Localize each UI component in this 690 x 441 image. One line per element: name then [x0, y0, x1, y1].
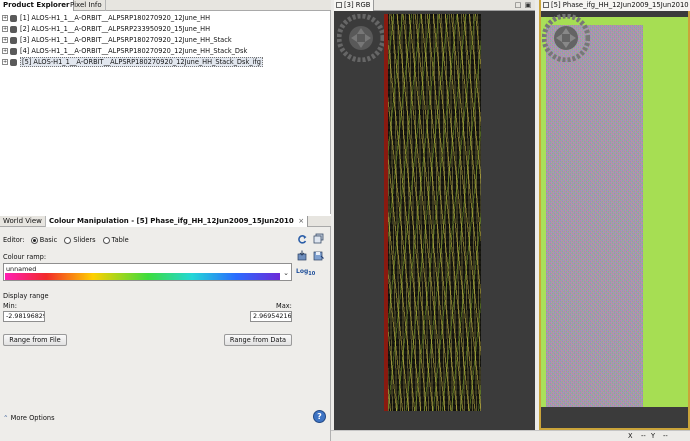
product-label: [4] ALOS-H1_1__A-ORBIT__ALPSRP180270920_…	[20, 47, 248, 55]
product-icon	[10, 25, 17, 33]
more-options-toggle[interactable]: ⌃ More Options	[3, 414, 55, 422]
expand-icon[interactable]: +	[2, 15, 8, 21]
mode-basic-label: Basic	[39, 236, 58, 244]
phase-raster-left-band	[541, 17, 546, 407]
product-icon	[10, 47, 17, 55]
expand-icon[interactable]: +	[2, 26, 8, 32]
product-node-5[interactable]: + [5] ALOS-H1_1__A-ORBIT__ALPSRP180270920…	[2, 57, 263, 67]
max-value-field[interactable]: 2.969542169	[250, 311, 292, 322]
colour-ramp-gradient	[5, 273, 280, 280]
phase-image-view[interactable]: [5] Phase_ifg_HH_12Jun2009_15Jun2010	[539, 0, 690, 430]
phase-raster-image	[541, 17, 648, 407]
expand-icon[interactable]: +	[2, 59, 8, 65]
maximize-icon[interactable]: ▣	[524, 1, 532, 9]
product-label: [5] ALOS-H1_1__A-ORBIT__ALPSRP180270920_…	[20, 57, 263, 67]
mode-sliders[interactable]: Sliders	[64, 236, 96, 244]
left-panel: Product Explorer Pixel Info + [1] ALOS-H1…	[0, 0, 331, 441]
tab-product-explorer-label: Product Explorer	[3, 1, 70, 9]
image-view-icon	[336, 2, 342, 8]
product-icon	[10, 14, 17, 22]
tab-product-explorer[interactable]: Product Explorer	[0, 0, 74, 11]
chevron-down-icon[interactable]: ⌄	[283, 269, 289, 277]
product-icon	[10, 58, 17, 66]
range-from-data-button[interactable]: Range from Data	[224, 334, 292, 346]
mode-table-label: Table	[111, 236, 129, 244]
status-bar: X -- Y --	[331, 430, 690, 441]
colour-manipulation-panel: Editor: Basic Sliders Table Colour ramp:…	[0, 227, 331, 441]
minimize-icon[interactable]: □	[514, 1, 522, 9]
phase-view-title: [5] Phase_ifg_HH_12Jun2009_15Jun2010	[551, 1, 689, 9]
phase-raster-right-band	[643, 17, 688, 407]
colour-ramp-label: Colour ramp:	[3, 253, 47, 261]
product-node-3[interactable]: + [3] ALOS-H1_1__A-ORBIT__ALPSRP180270920…	[2, 35, 232, 45]
radio-table[interactable]	[102, 236, 110, 244]
expand-icon[interactable]: +	[2, 37, 8, 43]
tab-pixel-info-label: Pixel Info	[70, 1, 102, 9]
colour-tabbar: World View Colour Manipulation - [5] Pha…	[0, 216, 331, 227]
rgb-raster-edge	[384, 14, 388, 411]
display-range-label: Display range	[3, 292, 49, 300]
y-value: --	[663, 432, 668, 440]
navigation-control-icon[interactable]	[337, 14, 385, 62]
product-tree: + [1] ALOS-H1_1__A-ORBIT__ALPSRP180270920…	[0, 11, 331, 214]
tab-colour-manipulation[interactable]: Colour Manipulation - [5] Phase_ifg_HH_1…	[46, 216, 309, 227]
rgb-raster-image	[384, 14, 481, 411]
phase-view-tabbar: [5] Phase_ifg_HH_12Jun2009_15Jun2010	[541, 0, 690, 11]
product-explorer-tabbar: Product Explorer Pixel Info	[0, 0, 331, 11]
log-label: Log	[296, 268, 309, 275]
log10-toggle[interactable]: Log10	[296, 268, 315, 277]
product-label: [2] ALOS-H1_1__A-ORBIT__ALPSRP233950920_…	[20, 25, 211, 33]
expand-icon[interactable]: +	[2, 48, 8, 54]
log-sub: 10	[308, 271, 316, 278]
mode-sliders-label: Sliders	[73, 236, 96, 244]
max-label: Max:	[276, 302, 292, 310]
editor-row: Editor: Basic Sliders Table	[3, 236, 129, 244]
rgb-view-title: [3] RGB	[344, 1, 371, 9]
x-label: X	[628, 432, 633, 440]
help-icon[interactable]: ?	[313, 410, 326, 423]
min-value-field[interactable]: -2.98196829:	[3, 311, 45, 322]
radio-basic[interactable]	[30, 236, 38, 244]
radio-sliders[interactable]	[64, 236, 72, 244]
y-label: Y	[651, 432, 656, 440]
range-from-file-button[interactable]: Range from File	[3, 334, 67, 346]
multi-apply-icon[interactable]	[313, 233, 324, 244]
product-node-4[interactable]: + [4] ALOS-H1_1__A-ORBIT__ALPSRP180270920…	[2, 46, 247, 56]
close-icon[interactable]: ×	[298, 217, 304, 225]
colour-ramp-select[interactable]: unnamed ⌄	[3, 263, 292, 281]
x-value: --	[641, 432, 646, 440]
import-icon[interactable]	[297, 250, 308, 261]
more-options-label: More Options	[10, 414, 55, 422]
tab-colour-manipulation-label: Colour Manipulation - [5] Phase_ifg_HH_1…	[49, 217, 294, 225]
navigation-control-icon[interactable]	[542, 14, 590, 62]
mode-basic[interactable]: Basic	[30, 236, 58, 244]
export-icon[interactable]	[313, 250, 324, 261]
colour-ramp-name: unnamed	[6, 265, 37, 273]
image-view-icon	[543, 2, 549, 8]
product-node-2[interactable]: + [2] ALOS-H1_1__A-ORBIT__ALPSRP233950920…	[2, 24, 210, 34]
editor-label: Editor:	[3, 236, 25, 244]
tab-rgb-view[interactable]: [3] RGB	[334, 0, 375, 11]
min-label: Min:	[3, 302, 17, 310]
rgb-image-view[interactable]: [3] RGB □ ▣	[334, 0, 535, 430]
product-label: [1] ALOS-H1_1__A-ORBIT__ALPSRP180270920_…	[20, 14, 211, 22]
tab-world-view[interactable]: World View	[0, 216, 46, 227]
rgb-view-tabbar: [3] RGB □ ▣	[334, 0, 535, 11]
product-icon	[10, 36, 17, 44]
product-node-1[interactable]: + [1] ALOS-H1_1__A-ORBIT__ALPSRP180270920…	[2, 13, 210, 23]
tab-world-view-label: World View	[3, 217, 42, 225]
tab-phase-view[interactable]: [5] Phase_ifg_HH_12Jun2009_15Jun2010	[541, 0, 690, 11]
product-label: [3] ALOS-H1_1__A-ORBIT__ALPSRP180270920_…	[20, 36, 232, 44]
reset-icon[interactable]	[297, 234, 308, 245]
mode-table[interactable]: Table	[102, 236, 129, 244]
tab-pixel-info[interactable]: Pixel Info	[67, 0, 106, 11]
double-chevron-up-icon: ⌃	[3, 414, 9, 422]
